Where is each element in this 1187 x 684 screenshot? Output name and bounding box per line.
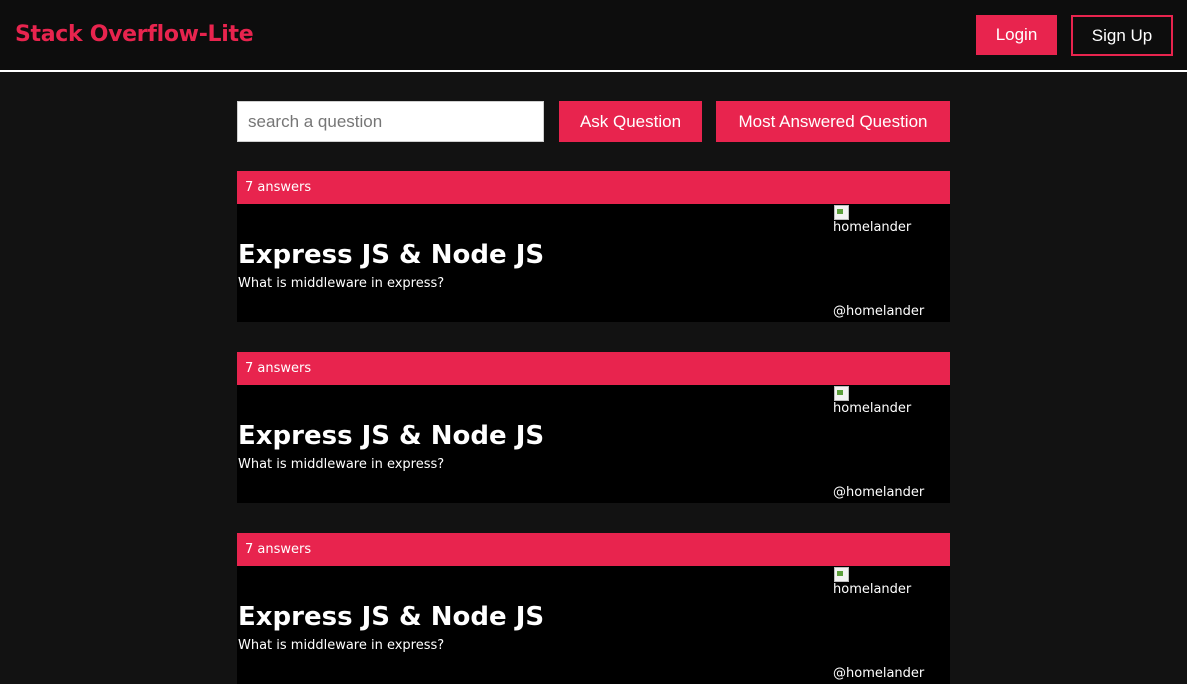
question-card-body: homelander Express JS & Node JS What is … [237,566,950,684]
broken-image-icon [833,566,849,582]
question-title[interactable]: Express JS & Node JS [238,240,544,270]
question-card[interactable]: 7 answers homelander Express JS & Node J… [237,352,950,503]
navbar: Stack Overflow-Lite Login Sign Up [0,0,1187,72]
broken-image-icon [833,385,849,401]
question-title[interactable]: Express JS & Node JS [238,421,544,451]
answer-count-badge: 7 answers [237,171,950,204]
login-button[interactable]: Login [976,15,1057,55]
question-description: What is middleware in express? [238,457,445,472]
question-card-body: homelander Express JS & Node JS What is … [237,385,950,503]
question-card[interactable]: 7 answers homelander Express JS & Node J… [237,171,950,322]
question-description: What is middleware in express? [238,276,445,291]
question-card-body: homelander Express JS & Node JS What is … [237,204,950,322]
avatar: homelander [833,385,933,417]
avatar-alt-text: homelander [833,401,912,416]
avatar-alt-text: homelander [833,220,912,235]
answer-count-badge: 7 answers [237,352,950,385]
question-author[interactable]: @homelander [833,666,924,681]
avatar: homelander [833,566,933,598]
answer-count-badge: 7 answers [237,533,950,566]
question-card[interactable]: 7 answers homelander Express JS & Node J… [237,533,950,684]
avatar: homelander [833,204,933,236]
broken-image-icon [833,204,849,220]
question-title[interactable]: Express JS & Node JS [238,602,544,632]
search-input[interactable] [237,101,544,142]
brand-logo[interactable]: Stack Overflow-Lite [15,22,254,47]
ask-question-button[interactable]: Ask Question [559,101,702,142]
most-answered-question-button[interactable]: Most Answered Question [716,101,950,142]
question-author[interactable]: @homelander [833,485,924,500]
avatar-alt-text: homelander [833,582,912,597]
signup-button[interactable]: Sign Up [1071,15,1173,56]
question-author[interactable]: @homelander [833,304,924,319]
question-description: What is middleware in express? [238,638,445,653]
